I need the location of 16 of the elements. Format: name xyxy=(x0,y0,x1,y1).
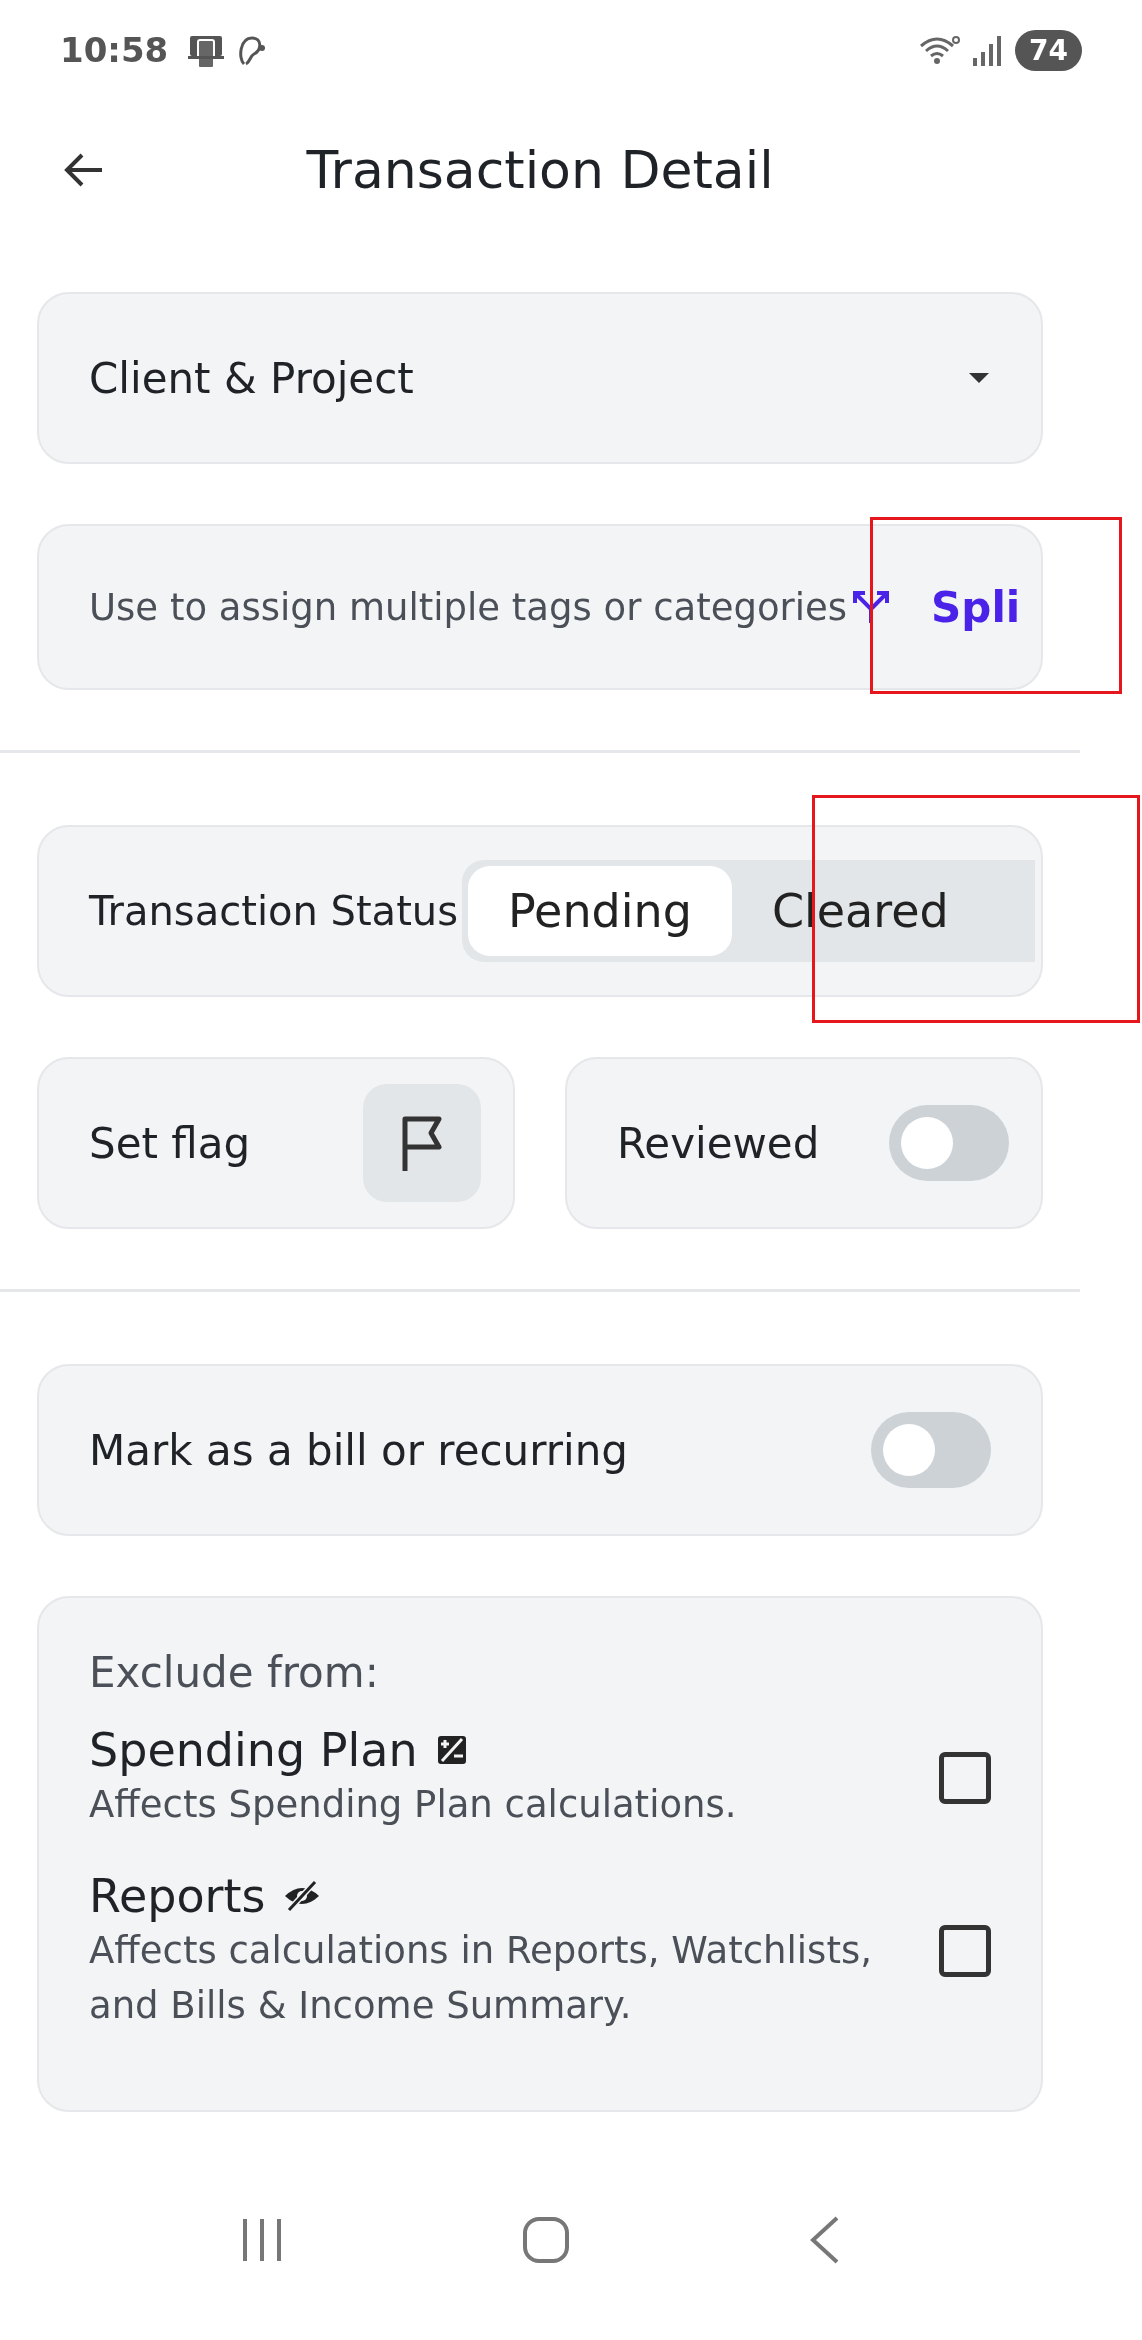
battery-level: 74 xyxy=(1015,29,1082,71)
status-label: Transaction Status xyxy=(89,888,458,934)
flag-label: Set flag xyxy=(89,1118,251,1168)
status-option[interactable]: Pending xyxy=(468,866,732,956)
client-project-dropdown[interactable]: Client & Project xyxy=(37,292,1043,464)
exclude-option-name: Spending Plan xyxy=(89,1723,418,1777)
reviewed-label: Reviewed xyxy=(617,1118,820,1168)
exclude-option-description: Affects calculations in Reports, Watchlists, and Bills & Income Summary. xyxy=(89,1927,873,2029)
exclude-option-name: Reports xyxy=(89,1868,266,1923)
split-hint: Use to assign multiple tags or categories xyxy=(89,585,848,629)
split-button[interactable]: Spli xyxy=(851,582,1021,632)
exclude-option-description: Affects Spending Plan calculations. xyxy=(89,1782,737,1828)
status-time: 10:58 xyxy=(60,30,169,70)
screen-title: Transaction Detail xyxy=(306,140,774,200)
bill-label: Mark as a bill or recurring xyxy=(89,1425,628,1475)
exclude-title: Exclude from: xyxy=(89,1648,380,1697)
